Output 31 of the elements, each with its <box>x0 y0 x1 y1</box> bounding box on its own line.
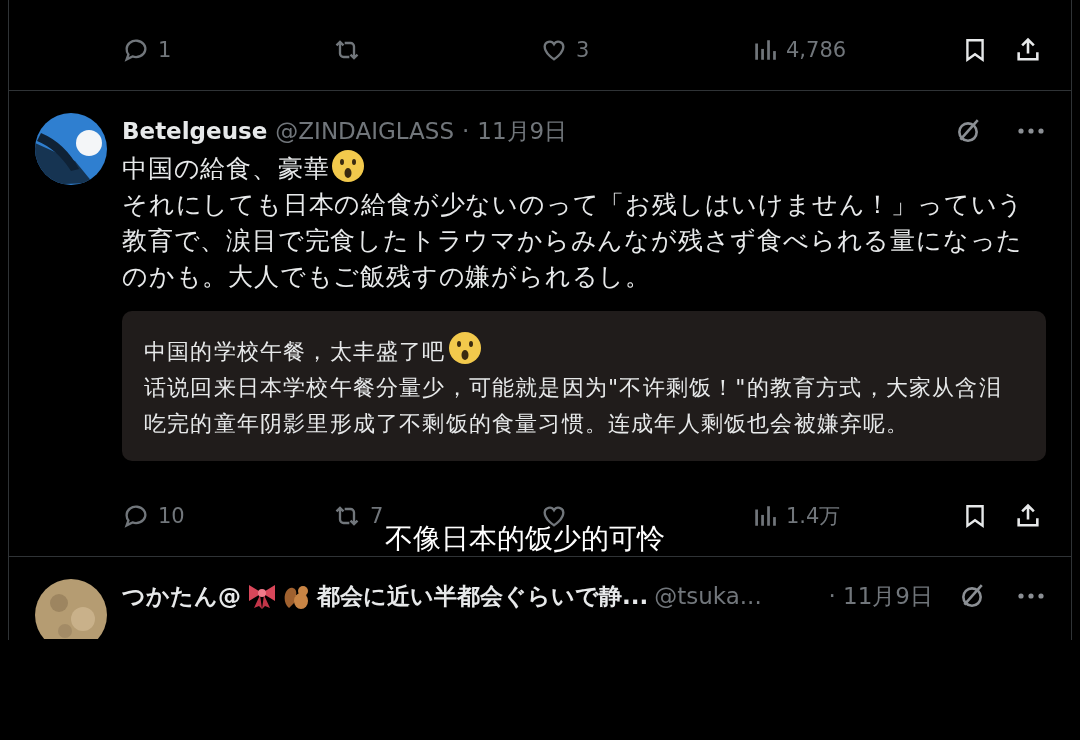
display-name[interactable]: 都会に近い半都会ぐらいで静... <box>317 580 649 612</box>
display-name[interactable]: つかたん@ <box>122 580 241 612</box>
share-icon[interactable] <box>1014 502 1042 530</box>
post-date[interactable]: 11月9日 <box>477 115 568 147</box>
count: 4,786 <box>786 38 847 62</box>
emoji-icon <box>331 149 366 183</box>
share-icon[interactable] <box>1014 36 1042 64</box>
more-icon[interactable] <box>1017 592 1045 600</box>
ribbon-icon <box>247 583 277 609</box>
emoji-icon <box>447 331 482 365</box>
views-icon[interactable] <box>752 37 778 63</box>
handle[interactable]: @tsuka... <box>654 583 762 609</box>
count: 1 <box>158 38 172 62</box>
display-name[interactable]: Betelgeuse <box>122 118 268 144</box>
post-text: 话说回来日本学校午餐分量少，可能就是因为"不许剩饭！"的教育方式，大家从含泪吃完的童年阴影里形成了不剩饭的食量习惯。连成年人剩饭也会被嫌弃呢。 <box>144 374 1003 438</box>
avatar[interactable] <box>35 579 107 639</box>
separator: · <box>462 118 470 144</box>
count: 7 <box>370 504 384 528</box>
views-icon[interactable] <box>752 503 778 529</box>
video-subtitle: 不像日本的饭少的可怜 <box>385 522 665 555</box>
count: 1.4万 <box>786 503 841 530</box>
slashed-circle-icon[interactable] <box>955 118 981 144</box>
post-text: それにしても日本の給食が少ないのって「お残しはいけません！」っていう教育で、涙目で完食したトラウマからみんなが残さず食べられる量になったのかも。大人でもご飯残すの嫌がられるし。 <box>122 189 1026 293</box>
more-icon[interactable] <box>1017 127 1045 135</box>
count: 10 <box>158 504 185 528</box>
post-text: 中国の給食、豪華 <box>122 149 1040 187</box>
handle[interactable]: @ZINDAIGLASS <box>275 118 454 144</box>
post-text: 中国的学校午餐，太丰盛了吧 <box>144 331 1024 370</box>
post-date[interactable]: · 11月9日 <box>828 580 933 612</box>
slashed-circle-icon[interactable] <box>959 583 985 609</box>
count: 3 <box>576 38 590 62</box>
